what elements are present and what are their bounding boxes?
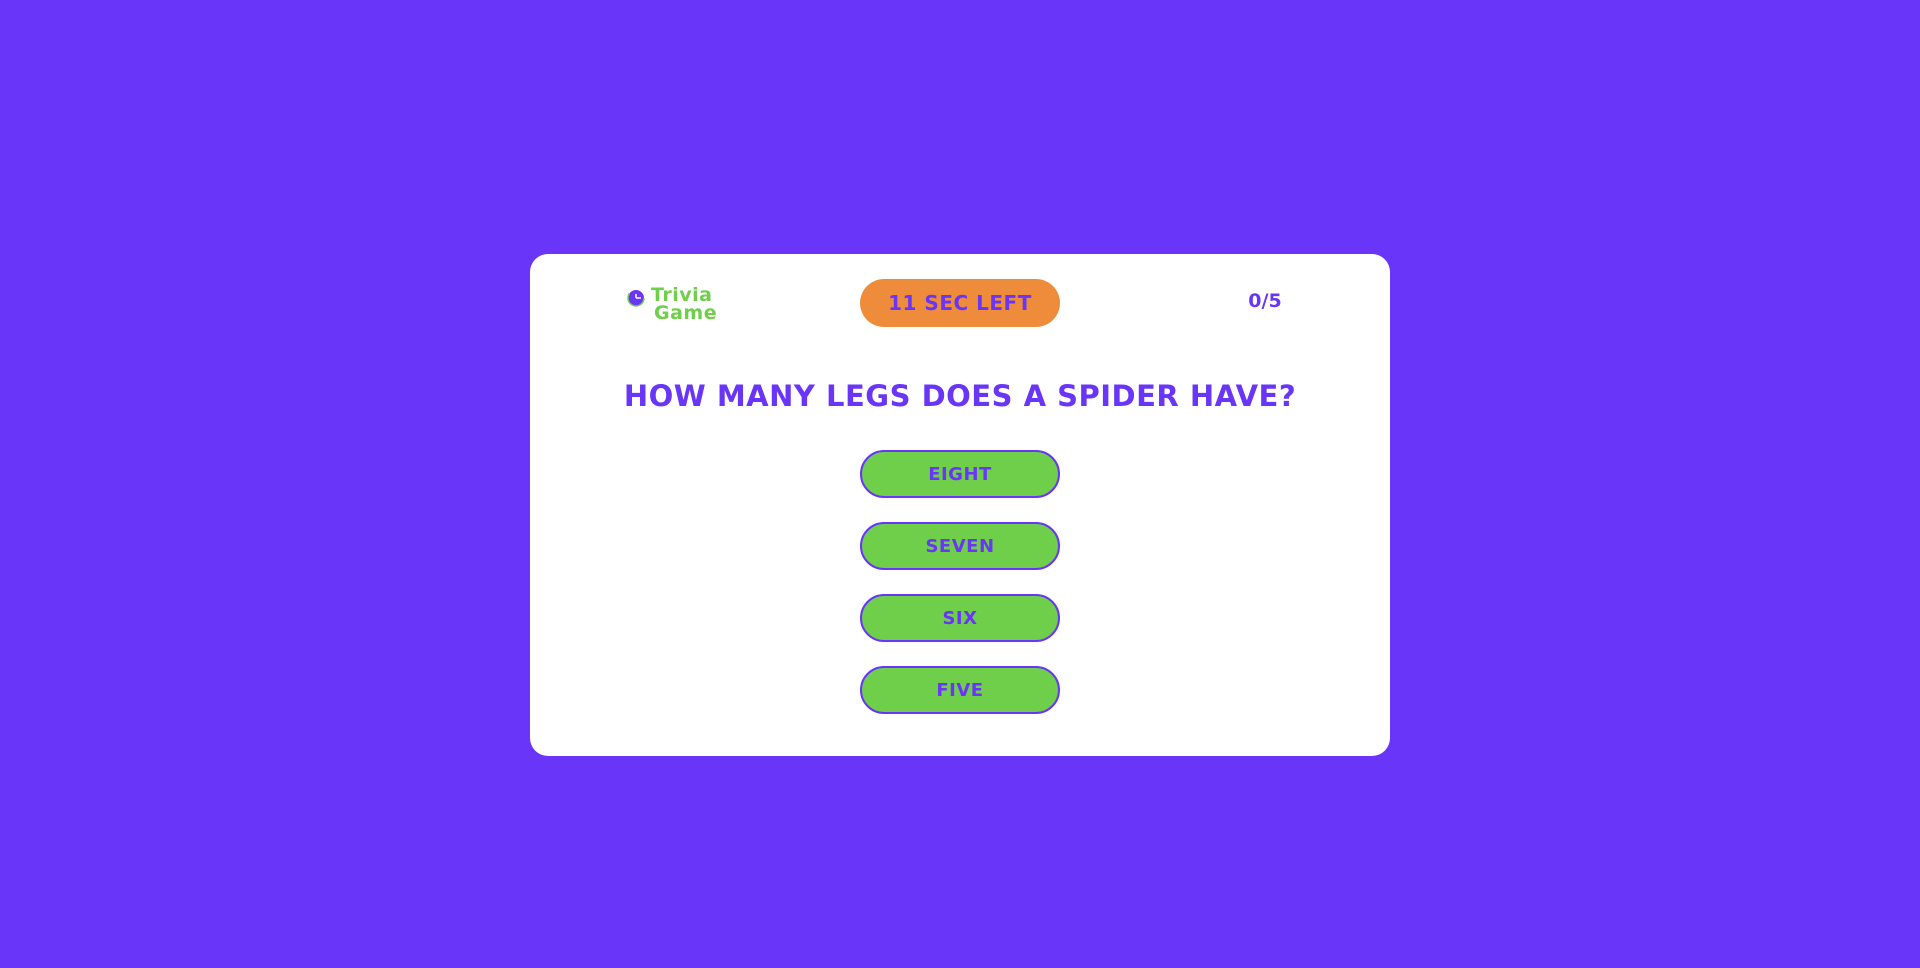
answer-list: Eight Seven Six Five: [860, 450, 1060, 738]
question-text: How many legs does a spider have?: [623, 379, 1297, 413]
answer-button-five[interactable]: Five: [860, 666, 1060, 714]
answer-button-six[interactable]: Six: [860, 594, 1060, 642]
timer-badge: 11 sec left: [860, 279, 1060, 327]
answer-button-seven[interactable]: Seven: [860, 522, 1060, 570]
game-card: Trivia Game 11 sec left 0/5 How many leg…: [530, 254, 1390, 756]
clock-icon: [627, 289, 645, 307]
game-screen: Trivia Game 11 sec left 0/5 How many leg…: [0, 0, 1920, 968]
score-counter: 0/5: [1248, 290, 1282, 312]
logo: Trivia Game: [627, 286, 718, 324]
logo-title-line2: Game: [654, 302, 718, 324]
logo-text: Trivia Game: [651, 286, 718, 324]
answer-button-eight[interactable]: Eight: [860, 450, 1060, 498]
